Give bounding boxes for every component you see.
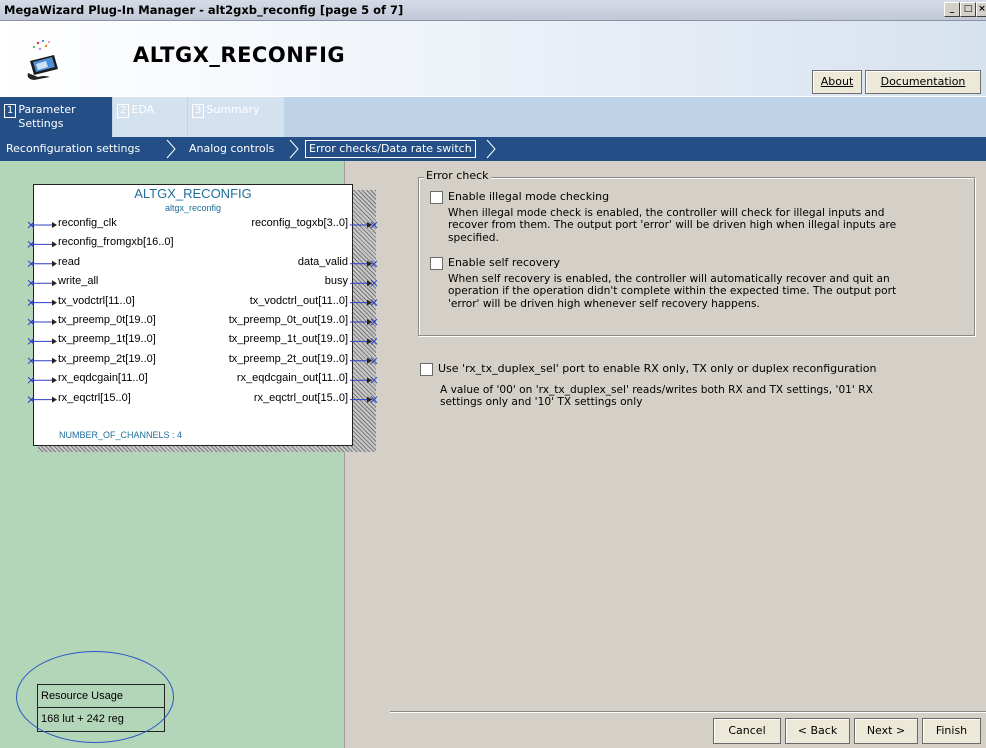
about-button-label: About [820,75,854,88]
resource-usage-highlight [16,651,174,743]
chevron-right-icon [486,139,496,159]
self-recovery-label[interactable]: Enable self recovery [448,256,560,269]
pin-arrowhead [52,222,57,228]
cancel-button[interactable]: Cancel [713,718,781,744]
pin-arrowhead [52,280,57,287]
next-button[interactable]: Next > [854,718,918,744]
pin-arrowhead [52,241,57,248]
illegal-mode-checkbox[interactable] [430,191,443,204]
error-check-legend: Error check [424,169,491,182]
pin-arrowhead [52,338,57,345]
duplex-sel-label[interactable]: Use 'rx_tx_duplex_sel' port to enable RX… [438,362,876,375]
illegal-mode-label[interactable]: Enable illegal mode checking [448,190,609,203]
pin-arrowhead [52,357,57,364]
self-recovery-checkbox[interactable] [430,257,443,270]
finish-button[interactable]: Finish [922,718,981,744]
duplex-sel-description: A value of '00' on 'rx_tx_duplex_sel' re… [440,384,873,409]
about-button[interactable]: About [812,70,862,94]
pin-arrowhead [52,260,57,267]
documentation-button-label: Documentation [880,75,966,88]
footer-divider [390,711,986,713]
pin-arrows [27,221,378,403]
maximize-button[interactable]: □ [960,2,976,17]
documentation-button[interactable]: Documentation [865,70,981,94]
minimize-button[interactable]: _ [944,2,960,17]
duplex-sel-checkbox[interactable] [420,363,433,376]
self-recovery-description: When self recovery is enabled, the contr… [448,273,897,310]
back-button[interactable]: < Back [785,718,850,744]
pin-arrowhead [52,377,57,384]
pin-arrowhead [52,319,57,325]
illegal-mode-description: When illegal mode check is enabled, the … [448,207,897,244]
pin-arrowhead [52,299,57,306]
pin-arrowhead [52,396,57,403]
close-button[interactable]: × [976,2,986,17]
